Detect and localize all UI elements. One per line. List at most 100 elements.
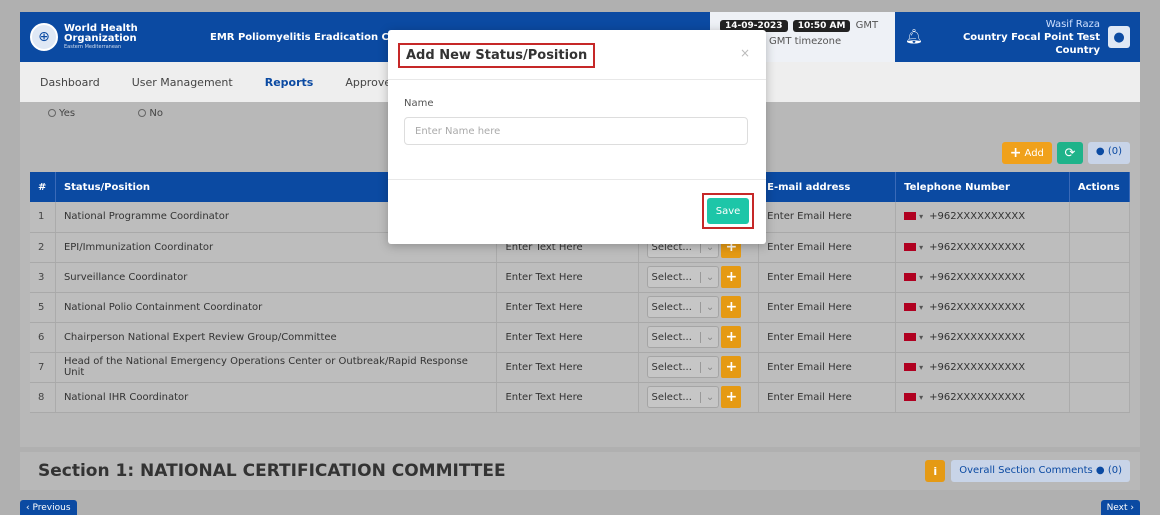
add-status-modal: Add New Status/Position × Name Save [388, 30, 766, 244]
radio-yes[interactable]: Yes [48, 108, 75, 119]
phone-field: +962XXXXXXXXXX [929, 361, 1026, 373]
user-role: Country Focal Point Test Country [962, 31, 1100, 56]
email-field[interactable]: Enter Email Here [758, 352, 897, 383]
row-number: 6 [30, 322, 56, 353]
row-actions [1069, 382, 1131, 413]
flag-icon[interactable] [904, 212, 917, 221]
flag-icon[interactable] [904, 362, 917, 371]
phone-cell[interactable]: ▾ +962XXXXXXXXXX [895, 292, 1070, 323]
col-header-phone: Telephone Number [895, 172, 1070, 202]
add-title-plus-icon[interactable]: + [721, 265, 742, 288]
save-highlight: Save [702, 193, 754, 229]
refresh-button[interactable]: ⟳ [1056, 142, 1083, 164]
chevron-down-icon: ⌄ [699, 331, 714, 343]
phone-cell[interactable]: ▾ +962XXXXXXXXXX [895, 232, 1070, 263]
name-text-field[interactable]: Enter Text Here [496, 292, 639, 323]
title-select[interactable]: Select...⌄ [646, 356, 720, 379]
previous-button[interactable]: ‹ Previous [20, 500, 77, 515]
phone-field: +962XXXXXXXXXX [929, 301, 1026, 313]
nav-user-management[interactable]: User Management [132, 76, 233, 89]
row-status: Chairperson National Expert Review Group… [55, 322, 498, 353]
nav-reports[interactable]: Reports [265, 76, 314, 89]
email-field[interactable]: Enter Email Here [758, 382, 897, 413]
add-button[interactable]: + Add [1001, 142, 1052, 164]
nav-dashboard[interactable]: Dashboard [40, 76, 100, 89]
email-field[interactable]: Enter Email Here [758, 322, 897, 353]
title-select[interactable]: Select...⌄ [646, 386, 720, 409]
row-actions [1069, 292, 1131, 323]
caret-down-icon: ▾ [919, 212, 924, 222]
org-region: Eastern Mediterranean [64, 43, 122, 50]
name-text-field[interactable]: Enter Text Here [496, 322, 639, 353]
next-button[interactable]: Next › [1100, 500, 1140, 515]
email-field[interactable]: Enter Email Here [758, 262, 897, 293]
bell-icon[interactable]: 🔔︎ [905, 29, 923, 45]
flag-icon[interactable] [904, 272, 917, 281]
row-status: National Polio Containment Coordinator [55, 292, 498, 323]
name-text-field[interactable]: Enter Text Here [496, 352, 639, 383]
row-number: 3 [30, 262, 56, 293]
email-field[interactable]: Enter Email Here [758, 292, 897, 323]
title-cell: Select...⌄+ [638, 262, 760, 293]
row-actions [1069, 202, 1131, 233]
add-title-plus-icon[interactable]: + [721, 355, 742, 378]
title-cell: Select...⌄+ [638, 322, 760, 353]
add-title-plus-icon[interactable]: + [721, 325, 742, 348]
overall-comments-button[interactable]: Overall Section Comments ● (0) [951, 460, 1130, 482]
name-text-field[interactable]: Enter Text Here [496, 262, 639, 293]
close-icon[interactable]: × [740, 46, 750, 60]
chevron-down-icon: ⌄ [699, 271, 714, 283]
flag-icon[interactable] [904, 392, 917, 401]
radio-no[interactable]: No [138, 108, 163, 119]
add-title-plus-icon[interactable]: + [721, 385, 742, 408]
globe-icon: ⊕ [30, 23, 58, 51]
section-title: Section 1: NATIONAL CERTIFICATION COMMIT… [38, 461, 506, 481]
title-cell: Select...⌄+ [638, 352, 760, 383]
user-avatar-icon[interactable]: ● [1108, 26, 1130, 48]
title-select[interactable]: Select...⌄ [646, 326, 720, 349]
info-icon[interactable]: i [925, 460, 946, 482]
table-row: 3 Surveillance Coordinator Enter Text Here… [30, 262, 1131, 293]
comments-button[interactable]: ● (0) [1087, 142, 1130, 164]
row-status: Head of the National Emergency Operation… [55, 352, 498, 383]
phone-field: +962XXXXXXXXXX [929, 241, 1026, 253]
title-select[interactable]: Select...⌄ [646, 266, 720, 289]
flag-icon[interactable] [904, 332, 917, 341]
row-number: 1 [30, 202, 56, 233]
caret-down-icon: ▾ [919, 332, 924, 342]
email-field[interactable]: Enter Email Here [758, 202, 897, 233]
radio-circle-icon [138, 109, 147, 117]
table-toolbar: + Add ⟳ ● (0) [1001, 142, 1130, 164]
row-number: 8 [30, 382, 56, 413]
modal-title: Add New Status/Position [398, 43, 596, 68]
col-header-actions: Actions [1069, 172, 1131, 202]
row-actions [1069, 232, 1131, 263]
row-status: Surveillance Coordinator [55, 262, 498, 293]
flag-icon[interactable] [904, 302, 917, 311]
caret-down-icon: ▾ [919, 242, 924, 252]
title-select[interactable]: Select...⌄ [646, 296, 720, 319]
comments-icon: ● [1095, 465, 1105, 476]
section-header: Section 1: NATIONAL CERTIFICATION COMMIT… [20, 452, 1140, 490]
phone-cell[interactable]: ▾ +962XXXXXXXXXX [895, 202, 1070, 233]
save-button[interactable]: Save [707, 198, 749, 224]
name-field-label: Name [404, 98, 434, 109]
name-text-field[interactable]: Enter Text Here [496, 382, 639, 413]
table-row: 6 Chairperson National Expert Review Grou… [30, 322, 1131, 353]
phone-field: +962XXXXXXXXXX [929, 331, 1026, 343]
phone-cell[interactable]: ▾ +962XXXXXXXXXX [895, 322, 1070, 353]
email-field[interactable]: Enter Email Here [758, 232, 897, 263]
who-logo[interactable]: ⊕ World Health Organization Eastern Medi… [20, 23, 210, 51]
table-row: 7 Head of the National Emergency Operatio… [30, 352, 1131, 383]
row-actions [1069, 322, 1131, 353]
phone-cell[interactable]: ▾ +962XXXXXXXXXX [895, 352, 1070, 383]
name-input[interactable] [404, 117, 748, 145]
phone-cell[interactable]: ▾ +962XXXXXXXXXX [895, 382, 1070, 413]
row-number: 5 [30, 292, 56, 323]
flag-icon[interactable] [904, 242, 917, 251]
add-title-plus-icon[interactable]: + [721, 295, 742, 318]
col-header-num: # [30, 172, 56, 202]
phone-field: +962XXXXXXXXXX [929, 211, 1026, 223]
caret-down-icon: ▾ [919, 272, 924, 282]
phone-cell[interactable]: ▾ +962XXXXXXXXXX [895, 262, 1070, 293]
